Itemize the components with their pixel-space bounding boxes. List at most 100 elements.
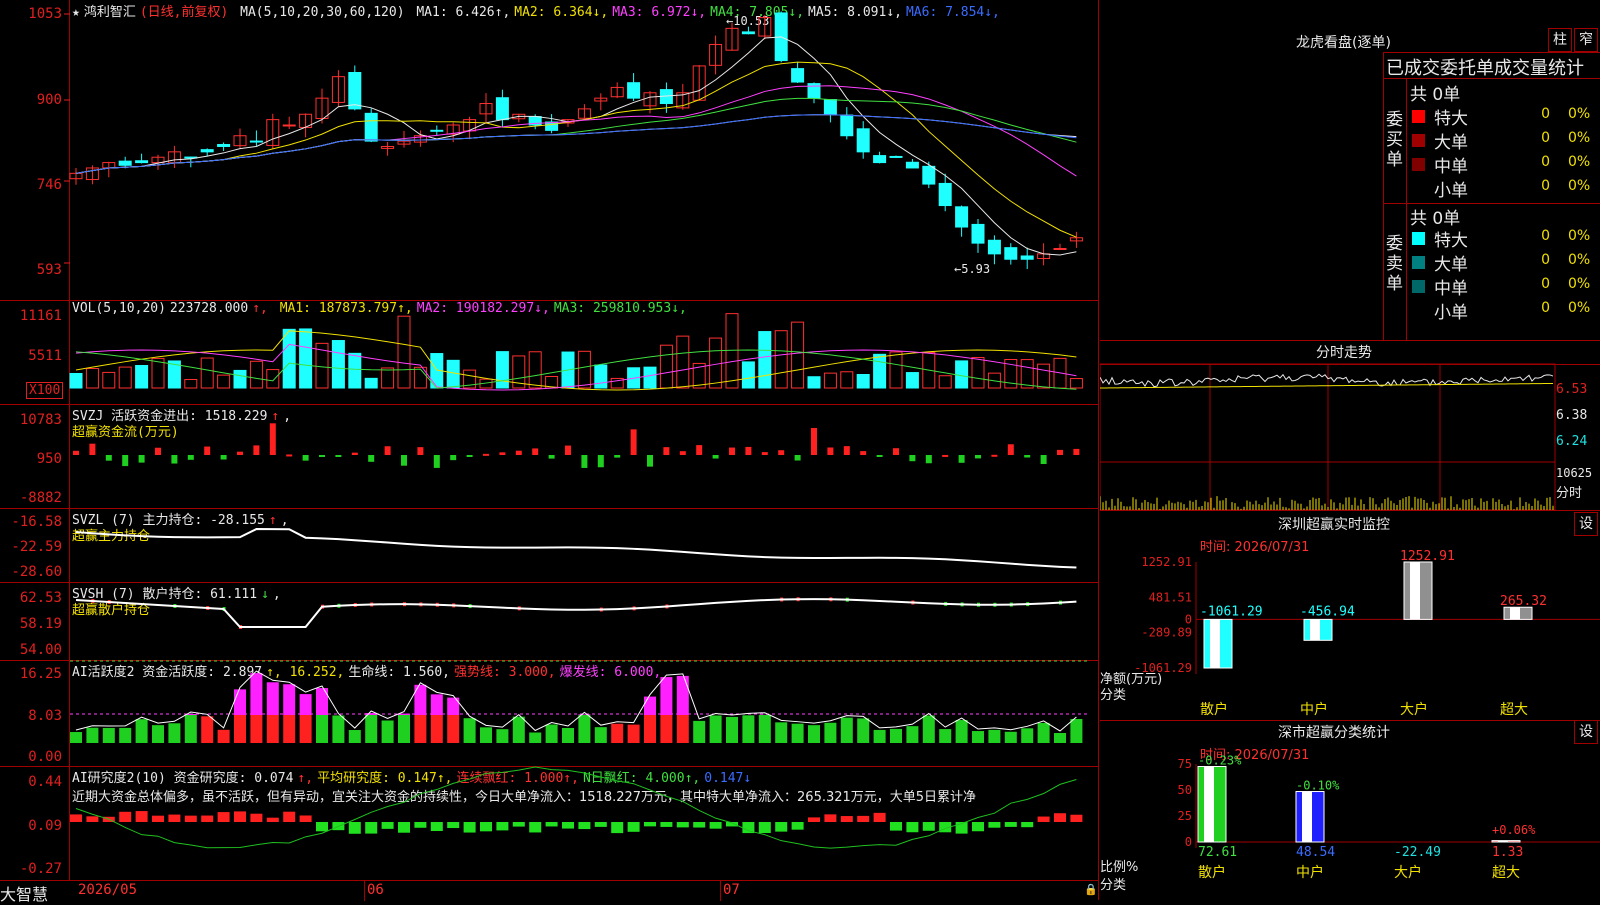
svzj-bar (549, 455, 555, 459)
row-pct: 0% (1568, 178, 1590, 194)
candle (283, 125, 295, 126)
candle (628, 83, 640, 98)
research-bar (874, 813, 886, 822)
candle (1054, 249, 1066, 250)
szm-cat-0: 散户 (1200, 701, 1228, 718)
volume-bar (956, 361, 968, 388)
ai-active-bar (365, 715, 377, 743)
svsh-chart[interactable] (0, 582, 1098, 660)
svzj-bar (713, 455, 719, 459)
svzj-panel[interactable]: SVZJ 活跃资金进出: 1518.229↑, 超赢资金流(万元) 10783 … (0, 404, 1098, 509)
candle (218, 145, 230, 147)
lock-icon[interactable]: 🔒 (1084, 883, 1098, 896)
szm-tick-1: 481.51 (1149, 590, 1192, 604)
szm-val-2: 1252.91 (1400, 549, 1455, 564)
volume-bar (300, 329, 312, 388)
dragon-panel: 龙虎看盘(逐单) 柱 窄 已成交委托单成交量统计 委买单 委卖单 共 0单 共 … (1100, 0, 1600, 341)
row-name: 中单 (1434, 274, 1468, 299)
szm-val-3: 265.32 (1500, 594, 1547, 609)
dragon-tabs[interactable]: 已成交委托单成交量统计 (1386, 54, 1600, 80)
research-bar (185, 816, 197, 822)
candle (792, 69, 804, 82)
ai-active-top (250, 673, 262, 715)
svsh-panel[interactable]: SVSH (7) 散户持仓: 61.111↓, 超赢散户持仓 62.53 58.… (0, 582, 1098, 661)
research-bar (857, 816, 869, 822)
ma-line-30 (76, 98, 1076, 173)
ai-active-bar (513, 717, 525, 743)
volume-chart[interactable] (0, 300, 1098, 404)
x-sep-1 (720, 881, 721, 901)
ai-active-bar (939, 729, 951, 743)
svzl-chart[interactable] (0, 508, 1098, 582)
dragon-title: 龙虎看盘(逐单) (1296, 32, 1391, 52)
research-bar (480, 822, 492, 831)
intraday-panel[interactable]: 分时走势 6.53 6.38 6.24 10625 分时 (1100, 340, 1600, 511)
research-bar (267, 818, 279, 822)
ai-active-chart[interactable] (0, 660, 1098, 766)
row-pct: 0% (1568, 106, 1590, 122)
ai-active-bar (611, 724, 623, 743)
volume-bar (595, 365, 607, 388)
svzj-bar (450, 455, 456, 460)
ai-active-panel[interactable]: AI活跃度2 资金活跃度: 2.897↑, 16.252,生命线: 1.560,… (0, 660, 1098, 767)
svzj-chart[interactable] (0, 404, 1098, 508)
volume-bar (660, 345, 672, 388)
ai-active-bar (201, 716, 213, 743)
research-bar (70, 814, 82, 822)
svzj-bar (89, 444, 95, 455)
research-bar (644, 822, 656, 826)
szm-bar-shine-2 (1410, 562, 1420, 619)
research-bar (86, 816, 98, 822)
svzj-bar (942, 455, 948, 457)
research-bar (168, 815, 180, 822)
row-name: 小单 (1434, 298, 1468, 323)
volume-panel[interactable]: VOL(5,10,20)223728.000↑, MA1: 187873.797… (0, 300, 1098, 405)
intraday-chart[interactable] (1100, 340, 1600, 510)
volume-bar (250, 361, 262, 388)
szm-cat-2: 大户 (1400, 701, 1428, 718)
candle (956, 207, 968, 227)
ai-active-bar (103, 728, 115, 743)
svzl-panel[interactable]: SVZL (7) 主力持仓: -28.155↑, 超赢主力持仓 -16.58 -… (0, 508, 1098, 583)
dragon-row-buy-rows-2: 中单00% (1410, 152, 1600, 176)
candlestick-chart[interactable] (0, 0, 1098, 300)
research-bar (365, 822, 377, 834)
volume-bar (70, 373, 82, 388)
bar-toggle-button[interactable]: 柱 (1548, 28, 1572, 52)
ai-active-bar (250, 715, 262, 743)
research-bar (906, 822, 918, 832)
ai-active-bar (775, 722, 787, 743)
svzj-bar (188, 455, 194, 460)
svzj-bar (696, 445, 702, 455)
swatch (1412, 280, 1425, 293)
szc-chg-3: +0.06% (1492, 823, 1536, 837)
ai-active-bar (546, 725, 558, 743)
ai-active-bar (660, 715, 672, 743)
dragon-row-sell-rows-1: 大单00% (1410, 250, 1600, 274)
candle (841, 115, 853, 136)
research-bar (513, 822, 525, 827)
vol-ma-line (76, 350, 1076, 389)
dragon-row-buy-rows-0: 特大00% (1410, 104, 1600, 128)
ai-active-bar (578, 715, 590, 743)
candle (824, 100, 836, 115)
szc-val-0: 72.61 (1198, 845, 1237, 860)
ai-active-top (316, 688, 328, 715)
svzj-bar (368, 455, 374, 462)
ai-active-bar (644, 715, 656, 743)
kline-panel[interactable]: ★鸿利智汇(日线,前复权) MA(5,10,20,30,60,120) MA1:… (0, 0, 1098, 301)
ai-research-panel[interactable]: AI研究度2(10) 资金研究度: 0.074↑,平均研究度: 0.147↑,连… (0, 766, 1098, 880)
research-bar (775, 822, 787, 832)
ai-active-bar (283, 715, 295, 743)
narrow-toggle-button[interactable]: 窄 (1574, 28, 1598, 52)
volume-bar (218, 375, 230, 388)
volume-bar (906, 373, 918, 388)
szc-cat-0: 散户 (1198, 864, 1226, 881)
svzj-bar (778, 450, 784, 455)
ai-research-chart[interactable] (0, 766, 1098, 880)
research-bar (431, 822, 443, 831)
buy-total: 共 0单 (1410, 80, 1460, 105)
ai-active-bar (136, 719, 148, 743)
ai-active-bar (70, 732, 82, 743)
candle (201, 150, 213, 152)
